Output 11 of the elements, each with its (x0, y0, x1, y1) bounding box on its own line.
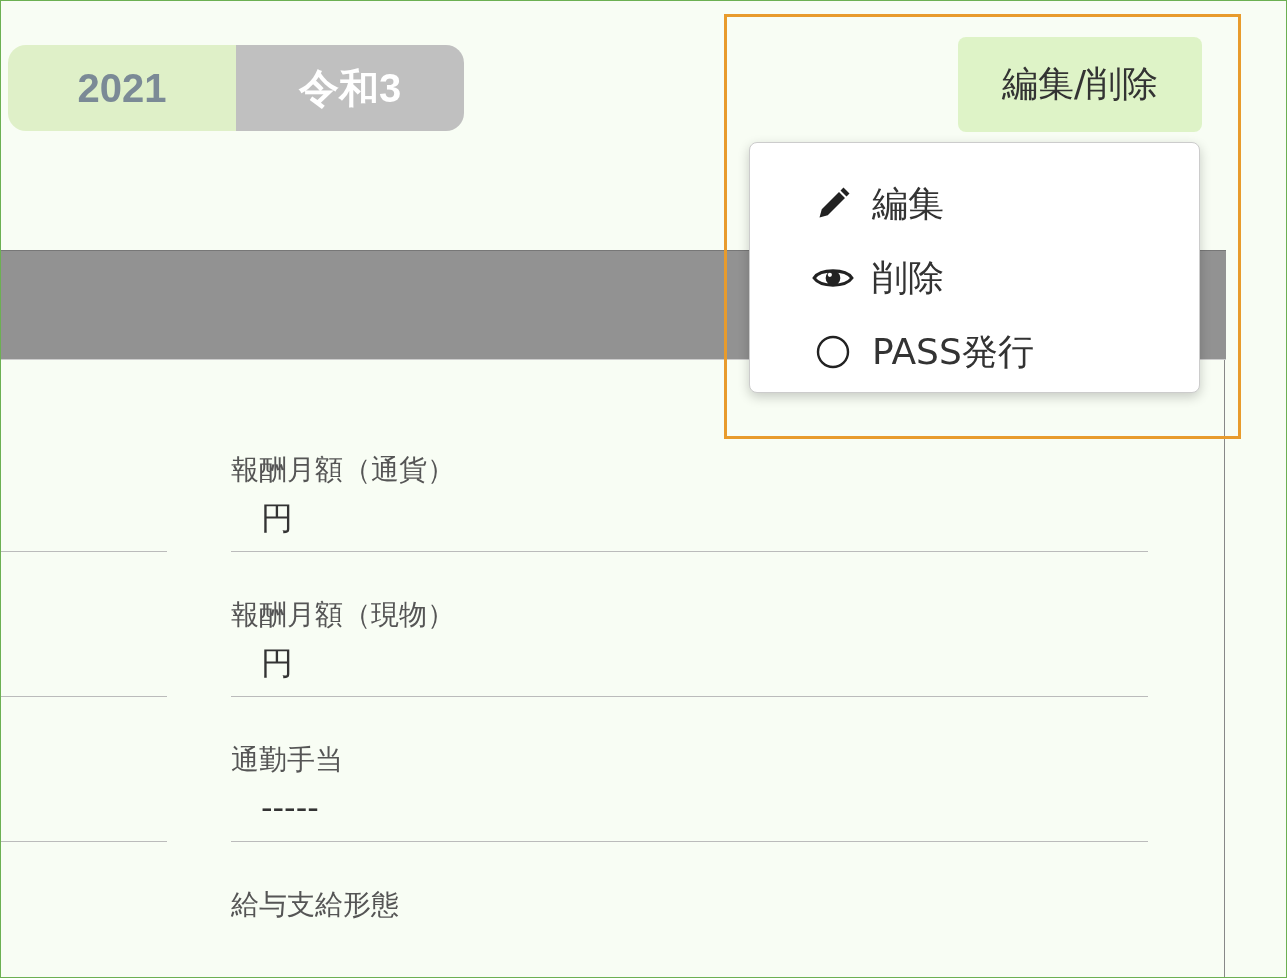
field-value: 円 (260, 498, 294, 538)
field-label: 通勤手当 (231, 744, 344, 776)
field-label: 給与支給形態 (231, 889, 400, 921)
menu-item[interactable]: PASS発行 (812, 315, 1199, 389)
menu-item[interactable]: 削除 (812, 241, 1199, 315)
field-label: 報酬月額（通貨） (231, 454, 456, 486)
field-value: ----- (260, 788, 320, 828)
edit-delete-button[interactable]: 編集/削除 (958, 37, 1202, 132)
menu-item[interactable]: 編集 (812, 167, 1199, 241)
field-label: 報酬月額（現物） (231, 599, 456, 631)
field-value: 円 (260, 643, 294, 683)
